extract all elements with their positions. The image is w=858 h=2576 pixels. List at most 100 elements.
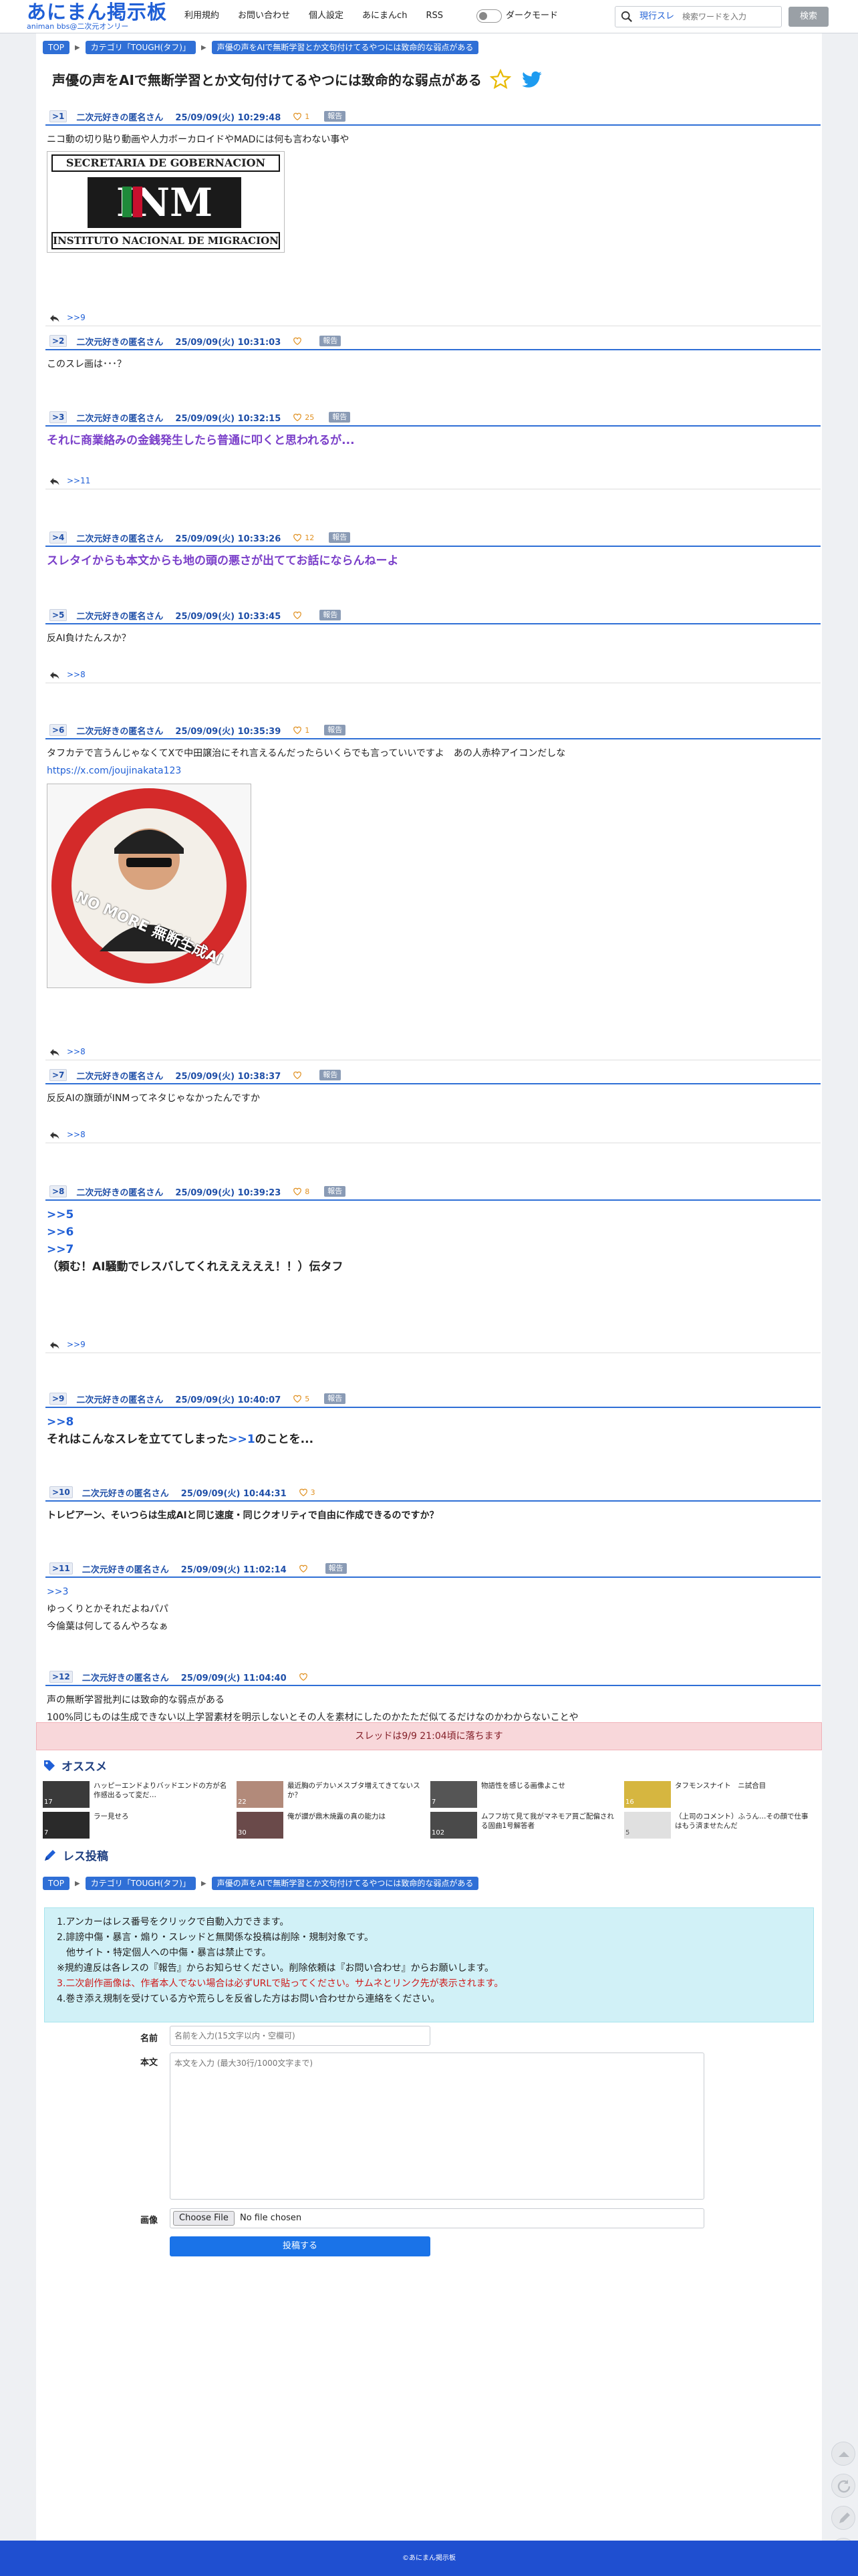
breadcrumb-category[interactable]: カテゴリ「TOUGH(タフ)」	[85, 41, 196, 54]
breadcrumb-top[interactable]: TOP	[43, 1877, 70, 1890]
nav-contact[interactable]: お問い合わせ	[229, 9, 299, 23]
post-number[interactable]: >10	[49, 1486, 73, 1498]
anchor-link[interactable]: >>3	[47, 1583, 821, 1601]
site-logo[interactable]: あにまん掲示板 animan bbs@二次元オンリー	[27, 1, 167, 32]
favorite-star-icon[interactable]	[489, 68, 512, 91]
heart-icon[interactable]	[293, 533, 302, 542]
reply-ref-link[interactable]: >>11	[67, 476, 90, 485]
post-url-link[interactable]: https://x.com/joujinakata123	[47, 762, 821, 780]
search-scope-select[interactable]: 現行スレ	[639, 7, 674, 27]
choose-file-button[interactable]: Choose File	[173, 2211, 235, 2226]
heart-icon[interactable]	[293, 1394, 302, 1403]
reload-button[interactable]	[831, 2474, 855, 2498]
nav-settings[interactable]: 個人設定	[299, 9, 353, 23]
nav-animanch[interactable]: あにまんch	[353, 9, 416, 23]
name-field[interactable]	[170, 2026, 430, 2046]
post-text: 声の無断学習批判には致命的な弱点がある	[47, 1695, 225, 1706]
anchor-link[interactable]: >>8	[47, 1413, 821, 1431]
anchor-link[interactable]: >>5	[47, 1206, 821, 1223]
heart-icon[interactable]	[293, 610, 302, 620]
chosen-file-name: No file chosen	[240, 2213, 302, 2223]
reply-ref-link[interactable]: >>8	[67, 670, 86, 679]
dark-mode-toggle[interactable]	[476, 9, 502, 23]
like-count: 25	[305, 413, 315, 422]
recommend-item[interactable]: タフモンスナイト ニ試合目 16	[624, 1781, 815, 1810]
breadcrumb-top[interactable]: TOP	[43, 41, 70, 54]
reply-ref-link[interactable]: >>9	[67, 313, 86, 322]
image-file-input[interactable]: Choose File No file chosen	[170, 2208, 704, 2228]
flag-red-stripe	[133, 187, 142, 217]
post-body: >>8 それはこんなスレを立ててしまった>>1のことを...	[45, 1408, 821, 1448]
post-number[interactable]: >9	[49, 1393, 67, 1405]
recommend-item-title: タフモンスナイト ニ試合目	[675, 1782, 766, 1790]
post-date: 25/09/09(火) 10:31:03	[175, 337, 281, 348]
post-body: スレタイからも本文からも地の頭の悪さが出ててお話にならんねーよ	[45, 547, 821, 570]
anchor-link[interactable]: >>6	[47, 1223, 821, 1241]
report-button[interactable]: 報告	[319, 610, 341, 620]
anchor-link[interactable]: >>7	[47, 1241, 821, 1258]
nav-rss[interactable]: RSS	[416, 9, 452, 23]
thread-title: 声優の声をAIで無断学習とか文句付けてるやつには致命的な弱点がある	[52, 72, 482, 88]
post-number[interactable]: >11	[49, 1562, 73, 1574]
breadcrumb-separator-icon: ▶	[200, 1879, 206, 1887]
recommend-item[interactable]: 俺が讃が鼎木焼露の真の能力は 30	[237, 1812, 427, 1841]
post-image[interactable]: SECRETARIA DE GOBERNACION INM INSTITUTO …	[47, 151, 285, 253]
post-number[interactable]: >3	[49, 411, 67, 423]
post-number[interactable]: >1	[49, 110, 67, 122]
breadcrumb-thread[interactable]: 声優の声をAIで無断学習とか文句付けてるやつには致命的な弱点がある	[211, 1877, 479, 1890]
recommend-item[interactable]: 最近胸のデカいメスブタ増えてきてないスか？ 22	[237, 1781, 427, 1810]
heart-icon[interactable]	[299, 1488, 308, 1497]
report-button[interactable]: 報告	[324, 1186, 346, 1197]
post-number[interactable]: >4	[49, 532, 67, 544]
post-number[interactable]: >6	[49, 724, 67, 736]
heart-icon[interactable]	[299, 1564, 308, 1573]
report-button[interactable]: 報告	[319, 336, 341, 346]
reply-ref-link[interactable]: >>8	[67, 1130, 86, 1139]
report-button[interactable]: 報告	[324, 725, 346, 735]
heart-icon[interactable]	[293, 725, 302, 735]
report-button[interactable]: 報告	[324, 1393, 346, 1404]
nav-terms[interactable]: 利用規約	[175, 9, 229, 23]
post: >10 二次元好きの匿名さん 25/09/09(火) 10:44:31 3 トレ…	[45, 1484, 821, 1524]
search-input[interactable]	[682, 10, 776, 23]
write-button[interactable]	[831, 2506, 855, 2530]
post-number[interactable]: >8	[49, 1185, 67, 1197]
heart-icon[interactable]	[293, 112, 302, 121]
body-textarea[interactable]	[170, 2053, 704, 2200]
reply-ref-link[interactable]: >>9	[67, 1340, 86, 1349]
submit-post-button[interactable]: 投稿する	[170, 2236, 430, 2256]
post-date: 25/09/09(火) 11:04:40	[180, 1673, 287, 1683]
breadcrumb-thread[interactable]: 声優の声をAIで無断学習とか文句付けてるやつには致命的な弱点がある	[211, 41, 479, 54]
recommend-item[interactable]: ハッピーエンドよりバッドエンドの方が名作感出るって変だ… 17	[43, 1781, 233, 1810]
scroll-top-button[interactable]	[831, 2442, 855, 2466]
post-footer: >>8	[45, 669, 821, 683]
post-number[interactable]: >7	[49, 1069, 67, 1081]
recommend-item[interactable]: ラー見せろ 7	[43, 1812, 233, 1841]
post-image[interactable]: NO MORE 無断生成AI	[47, 784, 251, 988]
like-count: 3	[310, 1488, 315, 1497]
report-button[interactable]: 報告	[325, 1563, 347, 1574]
reply-ref-link[interactable]: >>8	[67, 1047, 86, 1056]
heart-icon[interactable]	[299, 1672, 308, 1681]
post: >4 二次元好きの匿名さん 25/09/09(火) 10:33:26 12 報告…	[45, 530, 821, 570]
heart-icon[interactable]	[293, 1070, 302, 1080]
report-button[interactable]: 報告	[319, 1070, 341, 1080]
heart-icon[interactable]	[293, 336, 302, 346]
post-number[interactable]: >5	[49, 609, 67, 621]
heart-icon[interactable]	[293, 1187, 302, 1196]
anchor-link[interactable]: >>1	[228, 1433, 255, 1446]
twitter-bird-icon[interactable]	[521, 71, 543, 90]
recommend-item[interactable]: （上司のコメント）ふうん…その顔で仕事はもう済ませたんだ 5	[624, 1812, 815, 1841]
report-button[interactable]: 報告	[329, 532, 351, 543]
post-number[interactable]: >2	[49, 335, 67, 347]
recommend-item[interactable]: 物語性を感じる画像よこせ 7	[430, 1781, 621, 1810]
recommend-item[interactable]: ムフフ坊て見て我がマネモア買ご配偏される固曲1号解答者 102	[430, 1812, 621, 1841]
post-number[interactable]: >12	[49, 1671, 73, 1683]
report-button[interactable]: 報告	[329, 412, 351, 423]
heart-icon[interactable]	[293, 413, 302, 422]
post-footer: >>9	[45, 312, 821, 326]
search-button[interactable]: 検索	[789, 7, 829, 27]
report-button[interactable]: 報告	[324, 111, 346, 122]
breadcrumb-category[interactable]: カテゴリ「TOUGH(タフ)」	[85, 1877, 196, 1890]
comment-count: 30	[238, 1829, 247, 1837]
